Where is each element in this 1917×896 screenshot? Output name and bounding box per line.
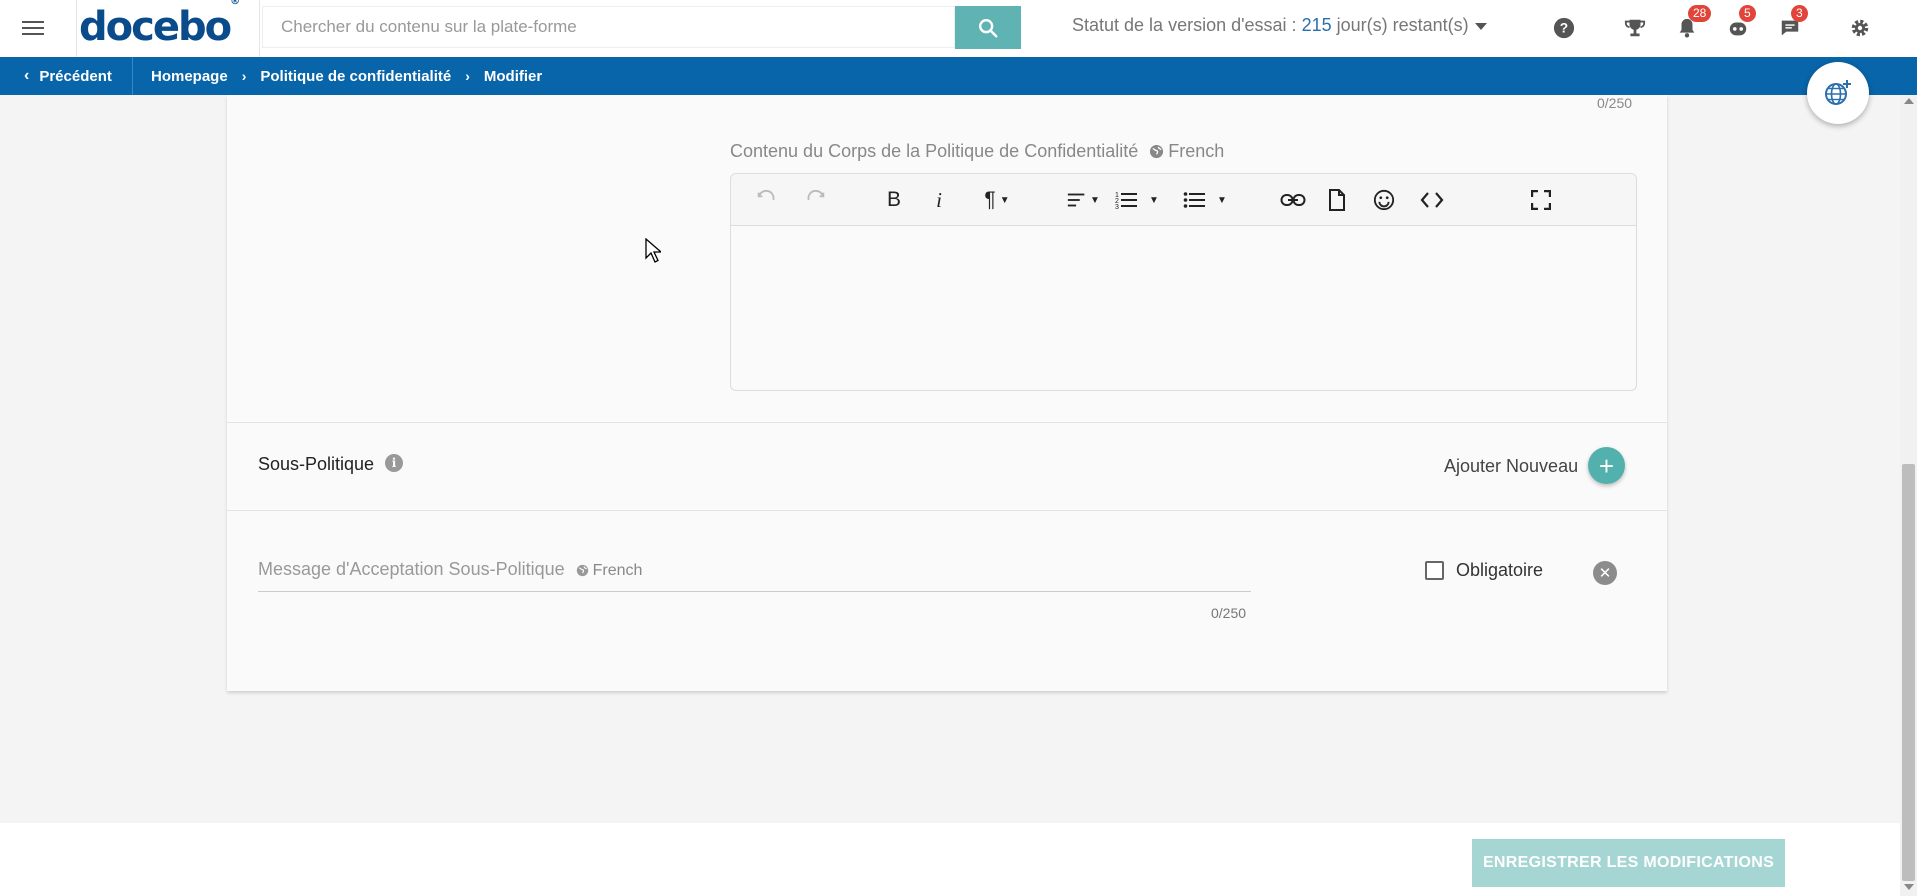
character-counter: 0/250 <box>1597 95 1633 111</box>
character-counter: 0/250 <box>1211 605 1247 621</box>
globe-add-icon <box>1825 80 1851 105</box>
bold-icon[interactable]: B <box>879 186 909 214</box>
breadcrumb-trail: Homepage › Politique de confidentialité … <box>151 57 542 95</box>
add-new-label[interactable]: Ajouter Nouveau <box>1444 456 1578 477</box>
file-icon[interactable] <box>1324 186 1350 214</box>
notification-badge: 28 <box>1688 5 1712 22</box>
body-content-label: Contenu du Corps de la Politique de Conf… <box>730 141 1224 162</box>
top-header: docebo® Statut de la version d'essai : 2… <box>0 0 1917 57</box>
breadcrumb: ‹ Précédent Homepage › Politique de conf… <box>0 57 1917 95</box>
checkbox-box[interactable] <box>1425 561 1444 580</box>
trophy-icon[interactable] <box>1622 15 1648 41</box>
trial-days: 215 <box>1301 15 1332 35</box>
plus-icon: + <box>1598 450 1615 481</box>
language-tag: French <box>576 562 643 579</box>
chevron-right-icon: › <box>465 68 470 84</box>
editor-toolbar: B i ¶ ▼ ▼ 1 2 3 ▼ ▼ <box>731 174 1636 226</box>
chevron-down-icon <box>1474 22 1487 30</box>
rich-text-editor: B i ¶ ▼ ▼ 1 2 3 ▼ ▼ <box>730 173 1637 391</box>
trial-status[interactable]: Statut de la version d'essai : 215 jour(… <box>1072 15 1487 36</box>
mandatory-checkbox[interactable]: Obligatoire <box>1425 560 1543 581</box>
paragraph-icon[interactable]: ¶ ▼ <box>977 186 1017 214</box>
logo-container[interactable]: docebo® <box>76 0 260 57</box>
docebo-logo[interactable]: docebo® <box>79 0 240 50</box>
scroll-up-arrow-icon[interactable] <box>1904 98 1914 104</box>
code-icon[interactable] <box>1417 186 1447 214</box>
search-box <box>262 6 955 48</box>
hamburger-menu-icon[interactable] <box>22 16 46 40</box>
language-text: French <box>592 562 643 579</box>
language-tag: French <box>1149 141 1224 161</box>
section-divider <box>227 510 1667 511</box>
chevron-left-icon: ‹ <box>24 67 30 84</box>
search-button[interactable] <box>955 6 1021 49</box>
fullscreen-icon[interactable] <box>1526 186 1556 214</box>
logo-text: docebo <box>79 4 232 50</box>
add-new-button[interactable]: + <box>1588 447 1625 484</box>
link-icon[interactable] <box>1278 186 1308 214</box>
section-divider <box>227 422 1667 423</box>
breadcrumb-item-edit: Modifier <box>483 67 543 85</box>
scroll-down-arrow-icon[interactable] <box>1904 884 1914 890</box>
help-icon[interactable]: ? <box>1551 15 1577 41</box>
back-button[interactable]: ‹ Précédent <box>0 57 133 95</box>
search-input[interactable] <box>263 7 954 47</box>
language-text: French <box>1168 141 1225 161</box>
save-changes-button[interactable]: ENREGISTRER LES MODIFICATIONS <box>1472 839 1785 887</box>
globe-icon <box>1150 144 1164 159</box>
bullet-list-icon[interactable]: ▼ <box>1179 186 1231 214</box>
scrollbar-thumb[interactable] <box>1902 464 1915 881</box>
bell-icon[interactable]: 28 <box>1674 5 1712 41</box>
gear-icon[interactable] <box>1847 15 1873 41</box>
svg-text:?: ? <box>1560 21 1568 36</box>
emoji-icon[interactable] <box>1369 186 1399 214</box>
breadcrumb-item-homepage[interactable]: Homepage <box>151 68 228 85</box>
editor-content-area[interactable] <box>731 226 1636 390</box>
globe-icon <box>576 564 588 577</box>
undo-icon[interactable] <box>751 186 781 214</box>
align-icon[interactable]: ▼ <box>1061 186 1105 214</box>
chat-icon[interactable]: 3 <box>1777 5 1808 41</box>
chevron-right-icon: › <box>241 68 247 84</box>
info-icon[interactable]: i <box>385 454 403 472</box>
mandatory-label: Obligatoire <box>1456 560 1544 580</box>
italic-icon[interactable]: i <box>927 186 951 214</box>
bot-badge: 5 <box>1739 5 1756 22</box>
ordered-list-icon[interactable]: 1 2 3 ▼ <box>1111 186 1163 214</box>
search-icon <box>979 18 998 38</box>
redo-icon[interactable] <box>801 186 831 214</box>
language-globe-button[interactable] <box>1807 62 1869 124</box>
close-icon: ✕ <box>1598 565 1612 582</box>
body-content-label-text: Contenu du Corps de la Politique de Conf… <box>730 141 1139 161</box>
remove-sub-policy-button[interactable]: ✕ <box>1593 561 1617 585</box>
sub-policy-message-label: Message d'Acceptation Sous-Politique Fre… <box>258 559 642 580</box>
breadcrumb-item-privacy-policy[interactable]: Politique de confidentialité <box>260 68 451 85</box>
sub-policy-title: Sous-Politique <box>258 454 375 474</box>
sub-policy-message-label-text: Message d'Acceptation Sous-Politique <box>258 559 565 579</box>
policy-form-card: 0/250 Contenu du Corps de la Politique d… <box>227 95 1667 691</box>
svg-text:3: 3 <box>1115 204 1119 211</box>
chat-badge: 3 <box>1791 5 1808 22</box>
robot-icon[interactable]: 5 <box>1725 5 1756 41</box>
trial-suffix: jour(s) restant(s) <box>1331 15 1469 35</box>
trial-prefix: Statut de la version d'essai : <box>1072 15 1302 35</box>
mouse-pointer-icon <box>645 238 661 263</box>
sub-policy-message-field[interactable]: Message d'Acceptation Sous-Politique Fre… <box>258 559 1251 592</box>
back-label: Précédent <box>39 67 112 85</box>
